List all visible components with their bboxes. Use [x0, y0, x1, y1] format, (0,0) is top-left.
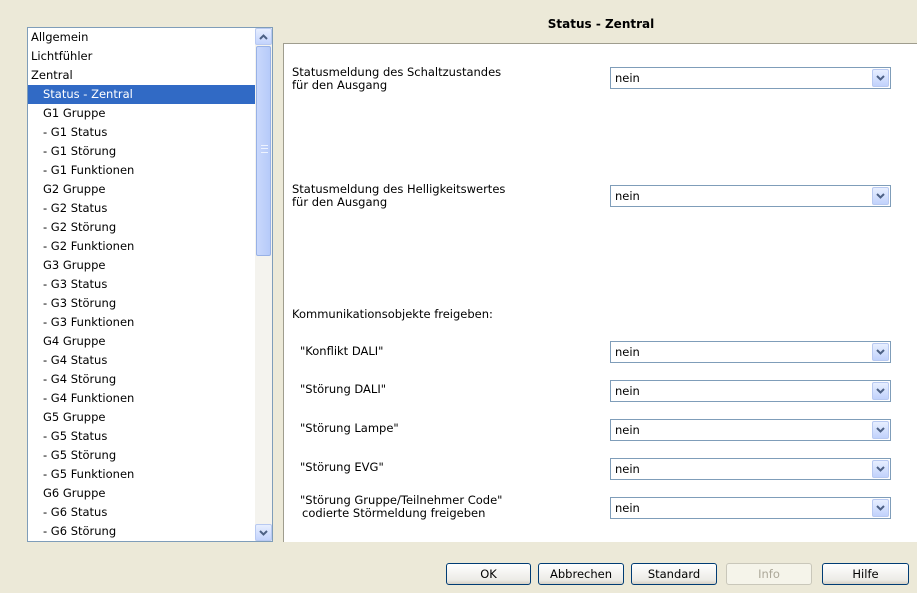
hell-label-line2: für den Ausgang	[292, 195, 388, 209]
tree-item[interactable]: G3 Gruppe	[28, 256, 257, 275]
tree-item[interactable]: - G3 Störung	[28, 294, 257, 313]
gruppe-label: "Störung Gruppe/Teilnehmer Code" codiert…	[300, 494, 502, 520]
tree-item[interactable]: - G5 Funktionen	[28, 465, 257, 484]
parameter-tree[interactable]: Allgemein Lichtfühler Zentral Status - Zent…	[27, 27, 273, 542]
tree-item[interactable]: - G4 Funktionen	[28, 389, 257, 408]
parameter-panel: Statusmeldung des Schaltzustandes für de…	[283, 43, 917, 542]
schalt-select[interactable]: nein	[610, 67, 891, 89]
tree-item[interactable]: - G6 Status	[28, 503, 257, 522]
tree-item[interactable]: - G6 Funktionen	[28, 541, 257, 542]
chevron-down-icon[interactable]	[872, 69, 889, 87]
standard-button[interactable]: Standard	[631, 563, 717, 585]
konflikt-label: "Konflikt DALI"	[300, 344, 384, 358]
stoerung-evg-select-value: nein	[615, 462, 640, 476]
scroll-thumb[interactable]	[256, 46, 271, 256]
chevron-down-icon[interactable]	[872, 499, 889, 517]
tree-list: Allgemein Lichtfühler Zentral Status - Zent…	[28, 28, 257, 542]
scroll-up-button[interactable]	[255, 28, 272, 45]
konflikt-select-value: nein	[615, 345, 640, 359]
tree-item[interactable]: - G1 Störung	[28, 142, 257, 161]
chevron-down-icon[interactable]	[872, 382, 889, 400]
hell-select[interactable]: nein	[610, 185, 891, 207]
stoerung-dali-select[interactable]: nein	[610, 380, 891, 402]
gruppe-label-line2: codierte Störmeldung freigeben	[302, 506, 486, 520]
hell-label: Statusmeldung des Helligkeitswertes für …	[292, 183, 505, 209]
konflikt-select[interactable]: nein	[610, 341, 891, 363]
help-button[interactable]: Hilfe	[822, 563, 909, 585]
stoerung-evg-select[interactable]: nein	[610, 458, 891, 480]
ok-button[interactable]: OK	[446, 563, 531, 585]
scroll-down-button[interactable]	[255, 524, 272, 541]
schalt-label: Statusmeldung des Schaltzustandes für de…	[292, 66, 501, 92]
hell-select-value: nein	[615, 189, 640, 203]
stoerung-dali-select-value: nein	[615, 384, 640, 398]
chevron-up-icon	[259, 33, 268, 40]
tree-item[interactable]: - G2 Funktionen	[28, 237, 257, 256]
tree-item[interactable]: - G1 Status	[28, 123, 257, 142]
stoerung-lampe-select[interactable]: nein	[610, 419, 891, 441]
info-button: Info	[726, 563, 812, 585]
tree-item[interactable]: - G3 Status	[28, 275, 257, 294]
stoerung-lampe-select-value: nein	[615, 423, 640, 437]
tree-item[interactable]: Lichtfühler	[28, 47, 257, 66]
tree-item[interactable]: - G4 Status	[28, 351, 257, 370]
tree-item[interactable]: - G4 Störung	[28, 370, 257, 389]
chevron-down-icon	[259, 529, 268, 536]
gruppe-select-value: nein	[615, 501, 640, 515]
schalt-select-value: nein	[615, 71, 640, 85]
tree-item[interactable]: Status - Zentral	[28, 85, 257, 104]
tree-item[interactable]: - G5 Störung	[28, 446, 257, 465]
tree-item[interactable]: - G2 Status	[28, 199, 257, 218]
tree-item[interactable]: - G3 Funktionen	[28, 313, 257, 332]
stoerung-lampe-label: "Störung Lampe"	[300, 421, 399, 435]
cancel-button[interactable]: Abbrechen	[538, 563, 624, 585]
tree-item[interactable]: - G1 Funktionen	[28, 161, 257, 180]
page-title: Status - Zentral	[547, 17, 655, 31]
grip-icon	[261, 145, 268, 153]
tree-item[interactable]: Zentral	[28, 66, 257, 85]
chevron-down-icon[interactable]	[872, 460, 889, 478]
stoerung-evg-label: "Störung EVG"	[300, 460, 384, 474]
tree-item[interactable]: - G2 Störung	[28, 218, 257, 237]
tree-item[interactable]: G4 Gruppe	[28, 332, 257, 351]
tree-scrollbar[interactable]	[255, 28, 272, 541]
section-label: Kommunikationsobjekte freigeben:	[292, 307, 493, 321]
chevron-down-icon[interactable]	[872, 343, 889, 361]
tree-item[interactable]: G1 Gruppe	[28, 104, 257, 123]
tree-item[interactable]: G2 Gruppe	[28, 180, 257, 199]
tree-item[interactable]: G5 Gruppe	[28, 408, 257, 427]
schalt-label-line2: für den Ausgang	[292, 78, 388, 92]
tree-item[interactable]: Allgemein	[28, 28, 257, 47]
chevron-down-icon[interactable]	[872, 187, 889, 205]
tree-item[interactable]: - G6 Störung	[28, 522, 257, 541]
tree-item[interactable]: - G5 Status	[28, 427, 257, 446]
stoerung-dali-label: "Störung DALI"	[300, 382, 387, 396]
tree-item[interactable]: G6 Gruppe	[28, 484, 257, 503]
gruppe-select[interactable]: nein	[610, 497, 891, 519]
chevron-down-icon[interactable]	[872, 421, 889, 439]
